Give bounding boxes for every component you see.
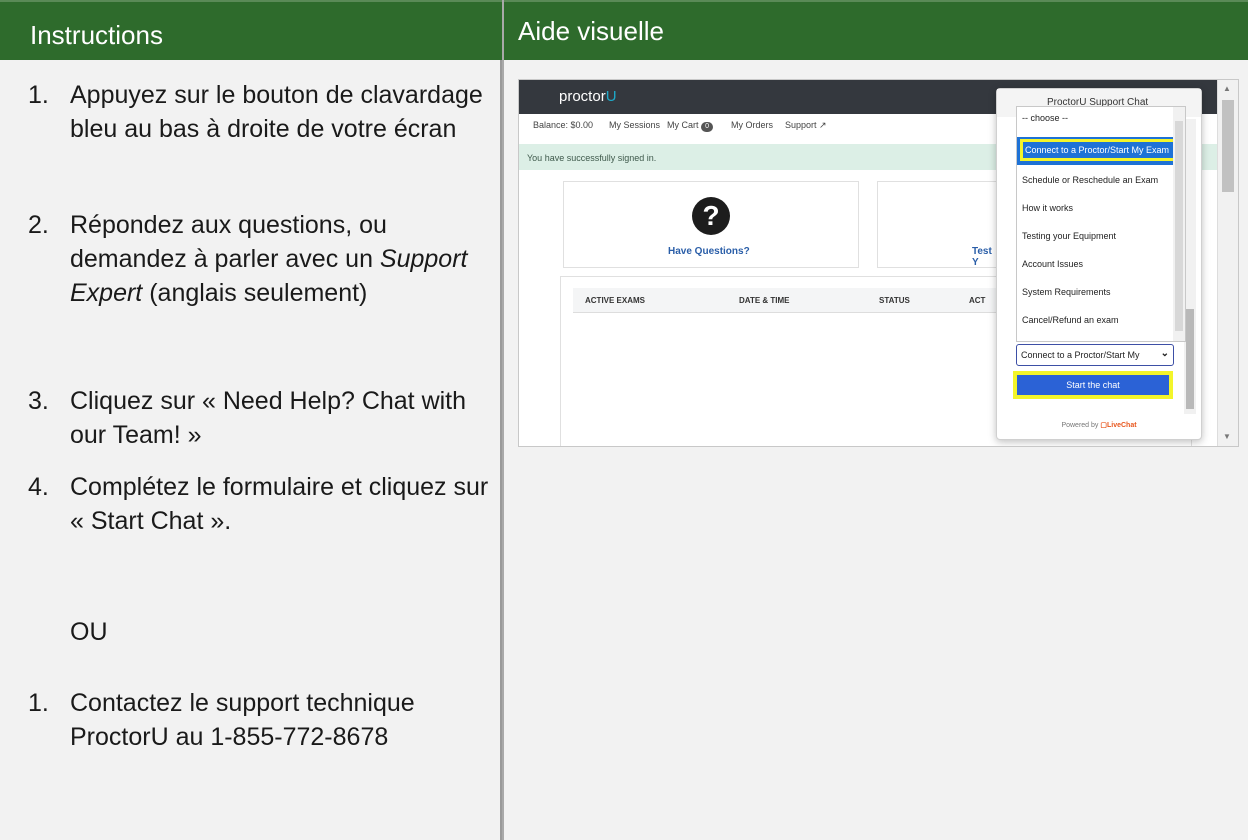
nav-my-sessions[interactable]: My Sessions xyxy=(609,120,660,130)
start-chat-button[interactable]: Start the chat xyxy=(1017,375,1169,395)
option-cancel-refund[interactable]: Cancel/Refund an exam xyxy=(1022,315,1119,325)
alt-step-1: 1. Contactez le support technique Procto… xyxy=(28,689,415,751)
option-testing-equipment[interactable]: Testing your Equipment xyxy=(1022,231,1116,241)
external-link-icon: ↗ xyxy=(819,120,827,130)
step-4: 4. Complétez le formulaire et cliquez su… xyxy=(28,473,489,535)
chevron-down-icon: ⌄ xyxy=(1160,348,1169,359)
start-chat-highlight: Start the chat xyxy=(1013,371,1173,399)
reason-dropdown-list[interactable]: -- choose -- Connect to a Proctor/Start … xyxy=(1016,106,1186,342)
option-system-requirements[interactable]: System Requirements xyxy=(1022,287,1111,297)
proctoru-screenshot: proctorU Balance: $0.00 My Sessions My C… xyxy=(518,79,1239,447)
support-chat-panel: ProctorU Support Chat -- choose -- Conne… xyxy=(996,88,1202,440)
reason-select[interactable]: Connect to a Proctor/Start My ⌄ xyxy=(1016,344,1174,366)
instructions-column: Instructions 1. Appuyez sur le bouton de… xyxy=(0,0,502,840)
option-choose[interactable]: -- choose -- xyxy=(1022,113,1068,123)
page-scrollbar[interactable]: ▲ ▼ xyxy=(1217,80,1238,446)
option-connect-proctor[interactable]: Connect to a Proctor/Start My Exam xyxy=(1017,137,1185,165)
nav-my-orders[interactable]: My Orders xyxy=(731,120,773,130)
test-card[interactable]: Test Y xyxy=(877,181,999,268)
option-account-issues[interactable]: Account Issues xyxy=(1022,259,1083,269)
cart-count-badge: 0 xyxy=(701,122,714,132)
or-separator: OU xyxy=(70,618,108,646)
step-3: 3. Cliquez sur « Need Help? Chat with ou… xyxy=(28,387,467,449)
visual-aid-header: Aide visuelle xyxy=(504,0,1248,60)
livechat-logo-icon: ▢ xyxy=(1100,422,1107,429)
proctoru-logo: proctorU xyxy=(559,88,617,105)
powered-by-livechat: Powered by ▢LiveChat xyxy=(1061,422,1137,429)
instructions-body: 1. Appuyez sur le bouton de clavardage b… xyxy=(0,60,502,840)
option-how-it-works[interactable]: How it works xyxy=(1022,203,1073,213)
option-schedule[interactable]: Schedule or Reschedule an Exam xyxy=(1022,175,1158,185)
step-2: 2. Répondez aux questions, ou demandez à… xyxy=(28,211,468,307)
nav-my-cart[interactable]: My Cart 0 xyxy=(667,120,714,132)
dropdown-scrollbar[interactable] xyxy=(1173,107,1185,341)
question-icon: ? xyxy=(692,197,730,235)
nav-balance: Balance: $0.00 xyxy=(533,120,594,130)
nav-support[interactable]: Support ↗ xyxy=(785,120,827,131)
scroll-down-icon: ▼ xyxy=(1223,432,1231,441)
scroll-up-icon: ▲ xyxy=(1223,84,1231,93)
have-questions-card[interactable]: ? Have Questions? xyxy=(563,181,859,268)
step-1: 1. Appuyez sur le bouton de clavardage b… xyxy=(28,81,483,143)
instructions-header: Instructions xyxy=(0,0,502,60)
